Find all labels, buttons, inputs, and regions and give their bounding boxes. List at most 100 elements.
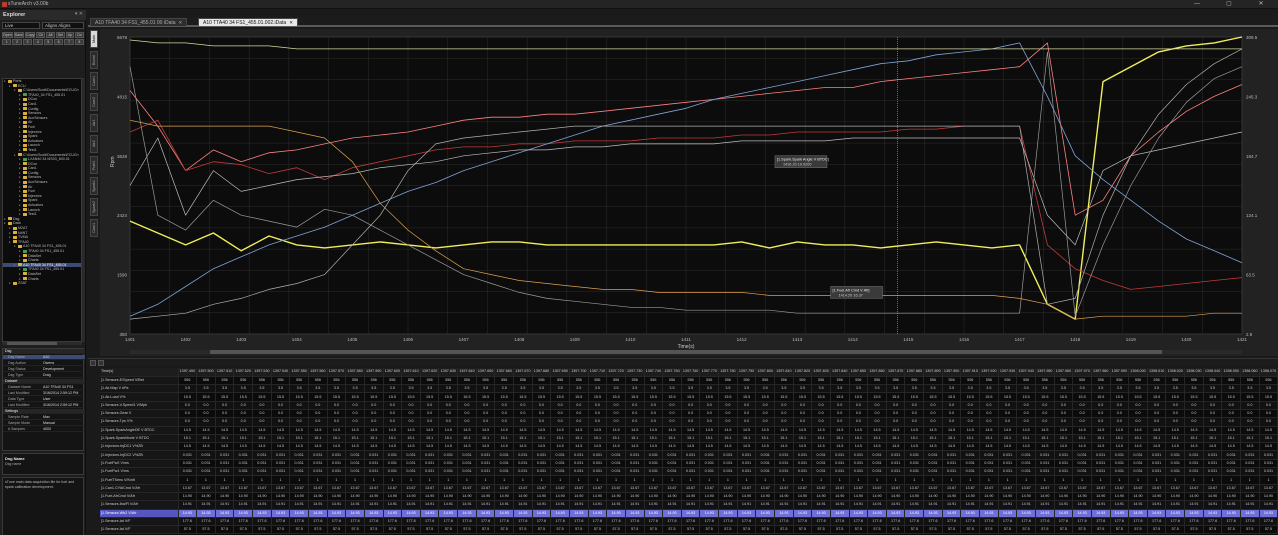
grid-cell[interactable]: 15.1 — [532, 434, 552, 444]
grid-cell[interactable]: 14.91 — [718, 500, 738, 510]
grid-cell[interactable]: 14.90 — [569, 492, 589, 502]
grid-cell[interactable]: 0.031 — [644, 467, 664, 477]
grid-row[interactable]: [1.FuelTSens V/Kmtl 1 1 1 1 1 1 1 1 1 1 1 1 1 1 1 1 1 1 1 1 1… — [100, 475, 1278, 485]
grid-cell[interactable]: 0.031 — [979, 459, 999, 469]
grid-cell[interactable]: 1 — [774, 475, 794, 485]
grid-cell[interactable]: 14.91 — [588, 500, 608, 510]
grid-cell[interactable]: 57.5 — [942, 525, 962, 535]
grid-cell[interactable]: 556 — [904, 376, 925, 386]
grid-cell[interactable]: 0.0 — [569, 417, 589, 427]
grid-cell[interactable]: 15.1 — [178, 434, 198, 444]
grid-cell[interactable]: 0.0 — [1221, 401, 1242, 411]
grid-cell[interactable]: 14.91 — [774, 500, 794, 510]
grid-cell[interactable]: 1 — [998, 475, 1018, 485]
grid-cell[interactable]: 14.91 — [420, 500, 440, 510]
grid-cell[interactable]: 556 — [1240, 376, 1260, 386]
grid-cell[interactable]: 57.5 — [420, 525, 440, 535]
grid-cell[interactable]: 13.67 — [1016, 484, 1036, 493]
grid-cell[interactable]: 14.5 — [1128, 442, 1148, 452]
tree-horizontal-scrollbar[interactable] — [2, 342, 82, 345]
explorer-tree[interactable]: ▸ Ports ▸ ECU ▸ C:\Users\Scott\Documents\ECUC… — [2, 78, 82, 342]
grid-cell[interactable]: 57.5 — [345, 525, 365, 535]
property-category[interactable]: Dsg — [3, 349, 85, 354]
grid-cell[interactable]: 14.90 — [308, 492, 328, 502]
grid-cell[interactable]: 1 — [327, 475, 347, 485]
grid-column-header[interactable]: 1397.490 — [178, 368, 198, 377]
grid-cell[interactable]: 0.0 — [1240, 401, 1260, 411]
grid-cell[interactable]: 0.031 — [569, 450, 589, 460]
grid-cell[interactable]: 556 — [420, 376, 440, 386]
grid-cell[interactable]: 14.91 — [923, 500, 943, 510]
grid-cell[interactable]: 0.0 — [532, 417, 552, 427]
grid-cell[interactable]: 1 — [1110, 475, 1130, 485]
grid-column-header[interactable]: 1397.590 — [364, 368, 384, 377]
grid-cell[interactable]: 0.0 — [1128, 409, 1148, 419]
grid-cell[interactable]: 57.5 — [1110, 525, 1130, 535]
grid-cell[interactable]: 177.6 — [178, 517, 198, 527]
grid-cell[interactable]: 556 — [196, 376, 216, 386]
grid-cell[interactable]: 0.0 — [1240, 417, 1260, 427]
grid-cell[interactable]: 14.90 — [1165, 492, 1186, 502]
grid-cell[interactable]: 13.67 — [252, 484, 272, 493]
grid-cell[interactable]: 13.67 — [1054, 484, 1074, 493]
grid-column-header[interactable]: 1397.920 — [979, 368, 999, 377]
grid-cell[interactable]: 15.1 — [755, 434, 775, 444]
grid-cell[interactable]: 0.031 — [401, 450, 421, 460]
grid-cell[interactable]: 0.0 — [588, 409, 608, 419]
grid-cell[interactable]: 13.67 — [1184, 484, 1204, 493]
grid-cell[interactable]: 14.5 — [215, 442, 235, 452]
grid-cell[interactable]: 0.031 — [699, 467, 720, 477]
grid-cell[interactable]: 1 — [1035, 475, 1055, 485]
grid-cell[interactable]: 57.5 — [1054, 525, 1074, 535]
grid-cell[interactable]: 14.5 — [1240, 442, 1260, 452]
grid-column-header[interactable]: 1397.880 — [904, 368, 925, 377]
grid-cell[interactable]: 0.0 — [364, 417, 384, 427]
property-category[interactable]: Dataset — [3, 379, 85, 384]
grid-cell[interactable]: 13.67 — [1165, 484, 1186, 493]
grid-cell[interactable]: 15.5 — [774, 392, 794, 402]
grid-cell[interactable]: 14.5 — [886, 426, 906, 435]
grid-cell[interactable]: 57.5 — [886, 525, 906, 535]
grid-cell[interactable]: 177.6 — [1016, 517, 1036, 527]
view-tab[interactable]: Spark2 — [90, 198, 98, 216]
grid-cell[interactable]: 14.5 — [998, 426, 1018, 435]
grid-cell[interactable]: 15.5 — [215, 392, 235, 402]
grid-cell[interactable]: 14.5 — [1221, 442, 1242, 452]
grid-cell[interactable]: 0.0 — [289, 409, 309, 419]
toolbar-button[interactable]: Save — [13, 32, 24, 38]
grid-cell[interactable]: 0.0 — [793, 417, 813, 427]
grid-cell[interactable]: 13.67 — [1072, 484, 1092, 493]
grid-cell[interactable]: 14.90 — [793, 492, 813, 502]
grid-cell[interactable]: 14.90 — [401, 492, 421, 502]
grid-cell[interactable]: 13.67 — [979, 484, 999, 493]
grid-cell[interactable]: 556 — [867, 376, 887, 386]
grid-cell[interactable]: 14.91 — [345, 500, 365, 510]
grid-column-header[interactable]: 1397.650 — [476, 368, 496, 377]
grid-row-label[interactable]: [1.Sensors.Iba/Fl V/Afr — [100, 500, 179, 510]
grid-cell[interactable]: 57.5 — [1259, 525, 1278, 535]
grid-cell[interactable]: 3.5 — [625, 384, 645, 394]
property-row[interactable]: Dsg Name A10 — [3, 355, 85, 360]
grid-cell[interactable]: 14.5 — [1054, 426, 1074, 435]
grid-cell[interactable]: 15.5 — [1165, 392, 1186, 402]
grid-cell[interactable]: 0.031 — [718, 459, 738, 469]
grid-cell[interactable]: 14.5 — [960, 426, 981, 435]
grid-cell[interactable]: 0.031 — [830, 459, 850, 469]
grid-cell[interactable]: 14.91 — [196, 500, 216, 510]
grid-cell[interactable]: 13.67 — [345, 484, 365, 493]
grid-cell[interactable]: 0.0 — [1184, 401, 1204, 411]
grid-column-header[interactable]: 1397.570 — [327, 368, 347, 377]
grid-cell[interactable]: 0.031 — [1165, 467, 1186, 477]
grid-cell[interactable]: 14.90 — [494, 492, 515, 502]
grid-cell[interactable]: 57.5 — [998, 525, 1018, 535]
line-chart[interactable]: 56784815362824241590350309.5245.3184.712… — [100, 29, 1278, 356]
grid-cell[interactable]: 0.031 — [942, 459, 962, 469]
close-icon[interactable]: ✕ — [179, 20, 183, 25]
grid-cell[interactable]: 0.0 — [662, 401, 682, 411]
grid-row-label[interactable]: [1.Sensors.Tps V% — [100, 417, 179, 427]
data-grid[interactable]: Time(s) 1397.490 1397.500 1397.510 1397.520 1… — [100, 368, 1278, 535]
grid-column-header[interactable]: 1397.560 — [308, 368, 328, 377]
grid-cell[interactable]: 1 — [476, 475, 496, 485]
grid-cell[interactable]: 57.5 — [625, 525, 645, 535]
grid-cell[interactable]: 556 — [960, 376, 981, 386]
